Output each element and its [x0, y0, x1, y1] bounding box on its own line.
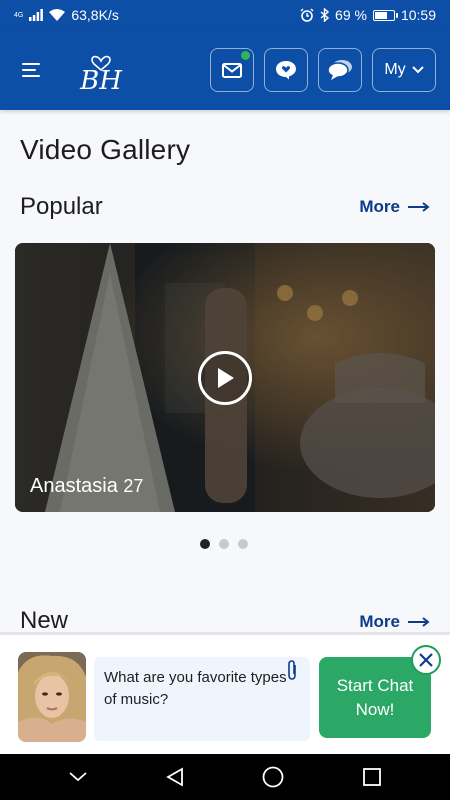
menu-icon-line: [22, 75, 40, 77]
status-right: 69 % 10:59: [300, 7, 436, 23]
back-icon[interactable]: [165, 767, 184, 787]
wifi-icon: [49, 9, 66, 21]
system-nav-bar: [0, 754, 450, 800]
video-caption: Anastasia 27: [30, 475, 143, 498]
carousel-dot[interactable]: [200, 539, 210, 549]
close-chat-button[interactable]: [411, 645, 441, 675]
page-title: Video Gallery: [20, 134, 191, 165]
chevron-down-icon: [411, 66, 424, 74]
app-logo[interactable]: BH: [70, 47, 132, 96]
video-card[interactable]: Anastasia 27: [15, 243, 435, 512]
popular-more-link[interactable]: More: [359, 197, 430, 217]
more-label: More: [359, 612, 400, 631]
my-menu-button[interactable]: My: [372, 48, 436, 92]
more-label: More: [359, 197, 400, 216]
carousel-dot[interactable]: [238, 539, 248, 549]
close-icon: [419, 653, 433, 667]
battery-icon: [372, 9, 398, 21]
status-left: 4G 63,8K/s: [14, 7, 119, 23]
start-chat-label: Start Chat Now!: [336, 675, 414, 719]
chevron-down-icon[interactable]: [69, 772, 87, 782]
carousel-dots: [200, 539, 248, 549]
chat-message-bubble[interactable]: What are you favorite types of music?: [94, 657, 310, 741]
carousel-dot[interactable]: [219, 539, 229, 549]
network-type: 4G: [14, 11, 24, 19]
logo-text: BH: [79, 66, 123, 93]
bluetooth-icon: [320, 8, 330, 22]
battery-percent: 69 %: [335, 7, 367, 23]
popular-section-title: Popular: [20, 193, 103, 220]
heart-bubble-icon: [276, 61, 296, 80]
video-name: Anastasia: [30, 475, 118, 497]
unread-indicator: [240, 50, 251, 61]
menu-icon-line: [22, 69, 36, 71]
paperclip-icon: [288, 660, 296, 680]
app-header: BH My: [0, 30, 450, 110]
new-more-link[interactable]: More: [359, 612, 430, 632]
arrow-right-icon: [408, 617, 430, 627]
new-section-title: New: [20, 607, 69, 632]
play-button[interactable]: [198, 351, 252, 405]
video-age: 27: [123, 476, 144, 496]
alarm-icon: [300, 8, 314, 22]
chat-message: What are you favorite types of music?: [104, 669, 287, 708]
mail-button[interactable]: [210, 48, 254, 92]
status-time: 10:59: [400, 7, 436, 23]
mail-icon: [222, 62, 242, 78]
play-icon: [218, 368, 234, 388]
signal-icon: [29, 9, 44, 21]
likes-button[interactable]: [264, 48, 308, 92]
header-actions: My: [210, 48, 436, 92]
avatar[interactable]: [18, 652, 86, 742]
chat-bubbles-icon: [327, 60, 352, 80]
chat-button[interactable]: [318, 48, 362, 92]
home-icon[interactable]: [262, 766, 284, 788]
menu-icon-line: [22, 63, 40, 65]
main-content: Video Gallery Popular More Anastasia 27 …: [0, 110, 450, 632]
recents-icon[interactable]: [362, 768, 381, 786]
battery-level-fill: [374, 11, 387, 19]
menu-button[interactable]: [22, 57, 48, 83]
arrow-right-icon: [408, 202, 430, 212]
my-label: My: [384, 61, 406, 78]
network-speed: 63,8K/s: [71, 7, 119, 23]
status-bar: 4G 63,8K/s 69 % 10:59: [0, 0, 450, 30]
chat-prompt-bar: What are you favorite types of music? St…: [0, 632, 450, 754]
